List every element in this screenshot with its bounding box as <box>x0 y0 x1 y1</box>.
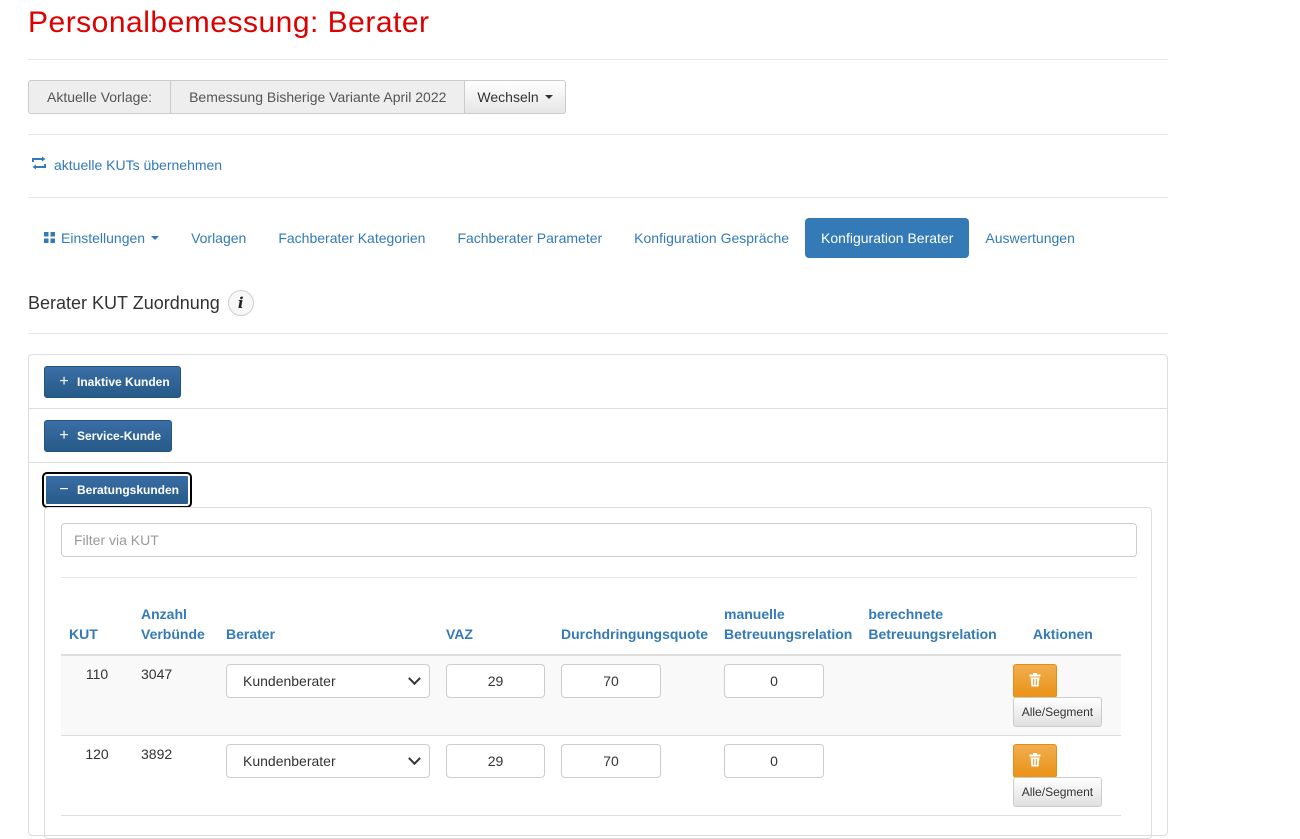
cell-berater: Kundenberater <box>218 655 438 736</box>
divider <box>28 333 1168 334</box>
col-durchdringungsquote[interactable]: Durchdringungsquote <box>553 604 716 656</box>
template-selector: Aktuelle Vorlage: Bemessung Bisherige Va… <box>28 80 566 114</box>
cell-aktionen: Alle/Segment <box>1004 655 1121 736</box>
page-title: Personalbemessung: Berater <box>28 6 430 39</box>
header-line: berechnete <box>868 606 944 622</box>
table-header-row: KUT Anzahl Verbünde Berater VAZ Durchdri… <box>61 604 1121 656</box>
berater-select-value: Kundenberater <box>243 673 336 689</box>
divider <box>28 197 1168 198</box>
nav-item-vorlagen[interactable]: Vorlagen <box>175 218 262 258</box>
nav-item-label: Einstellungen <box>61 230 146 246</box>
apply-kuts-link[interactable]: aktuelle KUTs übernehmen <box>30 156 222 173</box>
header-line: manuelle <box>724 606 785 622</box>
nav-item-einstellungen[interactable]: Einstellungen <box>28 218 175 258</box>
section-title-text: Berater KUT Zuordnung <box>28 292 220 313</box>
chevron-down-icon <box>408 751 421 765</box>
header-line: Betreuungsrelation <box>724 626 853 642</box>
toggle-beratungskunden-button[interactable]: − Beratungskunden <box>41 472 193 508</box>
cell-anzahl: 3892 <box>133 735 218 816</box>
kut-filter-input[interactable] <box>61 523 1137 557</box>
table-row: 120 3892 Kundenberater 29 70 0 Alle/Segm… <box>61 735 1121 816</box>
manuelle-relation-input[interactable]: 0 <box>724 664 824 698</box>
minus-icon: − <box>59 481 69 498</box>
main-nav: Einstellungen Vorlagen Fachberater Kateg… <box>28 218 1091 258</box>
trash-icon <box>1029 752 1041 770</box>
plus-icon: + <box>59 373 69 390</box>
cell-anzahl: 3047 <box>133 655 218 736</box>
apply-kuts-label: aktuelle KUTs übernehmen <box>54 156 223 173</box>
quote-input[interactable]: 70 <box>561 744 661 778</box>
table-row: 110 3047 Kundenberater 29 70 0 Alle/Segm… <box>61 655 1121 736</box>
nav-item-konfiguration-gespraeche[interactable]: Konfiguration Gespräche <box>618 218 805 258</box>
col-anzahl-verbuende[interactable]: Anzahl Verbünde <box>133 604 218 656</box>
col-manuelle-betreuungsrelation[interactable]: manuelle Betreuungsrelation <box>716 604 861 656</box>
col-berater[interactable]: Berater <box>218 604 438 656</box>
toggle-service-kunde-button[interactable]: + Service-Kunde <box>44 420 173 452</box>
trash-icon <box>1029 672 1041 690</box>
caret-down-icon <box>151 236 160 240</box>
header-line: Betreuungsrelation <box>868 626 997 642</box>
cell-berater: Kundenberater <box>218 735 438 816</box>
alle-segment-button[interactable]: Alle/Segment <box>1012 697 1103 727</box>
kut-assignment-table: KUT Anzahl Verbünde Berater VAZ Durchdri… <box>61 604 1121 816</box>
grid-icon <box>44 218 55 258</box>
template-value: Bemessung Bisherige Variante April 2022 <box>171 80 466 114</box>
divider <box>28 59 1168 60</box>
cell-kut: 120 <box>61 735 133 816</box>
switch-template-label: Wechseln <box>477 89 539 105</box>
cell-quote: 70 <box>553 655 716 736</box>
col-kut[interactable]: KUT <box>61 604 133 656</box>
col-berechnete-betreuungsrelation[interactable]: berechnete Betreuungsrelation <box>860 604 1005 656</box>
berater-select[interactable]: Kundenberater <box>226 744 430 778</box>
cell-quote: 70 <box>553 735 716 816</box>
info-icon[interactable]: i <box>227 290 254 316</box>
section-title: Berater KUT Zuordnung i <box>28 290 254 316</box>
nav-item-auswertungen[interactable]: Auswertungen <box>969 218 1091 258</box>
panel-row-inaktive: + Inaktive Kunden <box>29 355 1167 409</box>
vaz-input[interactable]: 29 <box>446 744 545 778</box>
delete-button[interactable] <box>1012 744 1057 778</box>
delete-button[interactable] <box>1012 664 1057 698</box>
cell-manuell: 0 <box>716 735 861 816</box>
template-label: Aktuelle Vorlage: <box>28 80 172 114</box>
quote-input[interactable]: 70 <box>561 664 661 698</box>
chevron-down-icon <box>408 671 421 685</box>
toggle-inaktive-kunden-button[interactable]: + Inaktive Kunden <box>44 366 181 398</box>
toggle-label: Inaktive Kunden <box>77 375 170 389</box>
alle-segment-button[interactable]: Alle/Segment <box>1012 777 1103 807</box>
vaz-input[interactable]: 29 <box>446 664 545 698</box>
cell-aktionen: Alle/Segment <box>1004 735 1121 816</box>
nav-item-fachberater-kategorien[interactable]: Fachberater Kategorien <box>262 218 441 258</box>
manuelle-relation-input[interactable]: 0 <box>724 744 824 778</box>
caret-down-icon <box>544 95 553 99</box>
cell-berechnet <box>860 735 1005 816</box>
divider <box>28 134 1168 135</box>
header-line: Verbünde <box>141 626 205 642</box>
toggle-label: Beratungskunden <box>77 483 180 497</box>
header-line: Anzahl <box>141 606 187 622</box>
nav-item-konfiguration-berater[interactable]: Konfiguration Berater <box>805 218 970 258</box>
switch-template-button[interactable]: Wechseln <box>465 80 566 114</box>
panel-row-service: + Service-Kunde <box>29 409 1167 463</box>
cell-manuell: 0 <box>716 655 861 736</box>
retweet-icon <box>30 156 48 173</box>
beratungskunden-content: KUT Anzahl Verbünde Berater VAZ Durchdri… <box>44 507 1152 839</box>
divider <box>61 577 1137 578</box>
customer-group-panel: + Inaktive Kunden + Service-Kunde − Bera… <box>28 354 1168 839</box>
cell-berechnet <box>860 655 1005 736</box>
cell-vaz: 29 <box>438 735 553 816</box>
cell-vaz: 29 <box>438 655 553 736</box>
toggle-label: Service-Kunde <box>77 429 162 443</box>
cell-kut: 110 <box>61 655 133 736</box>
berater-select[interactable]: Kundenberater <box>226 664 430 698</box>
berater-select-value: Kundenberater <box>243 753 336 769</box>
nav-item-fachberater-parameter[interactable]: Fachberater Parameter <box>441 218 618 258</box>
plus-icon: + <box>59 427 69 444</box>
col-vaz[interactable]: VAZ <box>438 604 553 656</box>
col-aktionen: Aktionen <box>1004 604 1121 656</box>
